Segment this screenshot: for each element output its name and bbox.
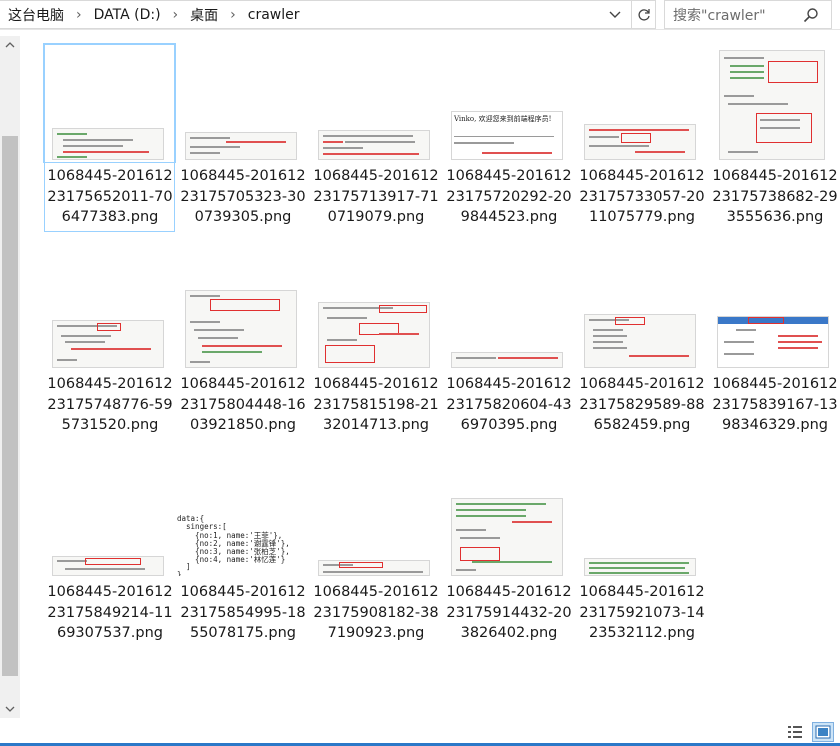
file-thumbnail — [576, 44, 707, 162]
file-thumbnail — [443, 252, 574, 370]
file-thumbnail — [44, 460, 175, 578]
thumb-code-line: } — [177, 570, 182, 576]
chevron-right-icon[interactable]: › — [76, 7, 82, 23]
thumb-title-text: Vinko, 欢迎您来到前端程序员! — [454, 115, 552, 123]
file-thumbnail — [709, 252, 840, 370]
file-name[interactable]: 1068445-20161223175705323-300739305.png — [179, 166, 307, 228]
file-thumbnail — [709, 44, 840, 162]
file-name[interactable]: 1068445-20161223175748776-595731520.png — [46, 374, 174, 436]
file-thumbnail — [177, 252, 308, 370]
search-icon[interactable] — [803, 7, 819, 27]
file-thumbnail — [310, 460, 441, 578]
file-thumbnail — [44, 252, 175, 370]
file-name[interactable]: 1068445-20161223175820604-436970395.png — [445, 374, 573, 436]
file-thumbnail — [310, 252, 441, 370]
file-name[interactable]: 1068445-20161223175713917-710719079.png — [312, 166, 440, 228]
file-name[interactable]: 1068445-20161223175908182-387190923.png — [312, 582, 440, 644]
large-icons-view-icon — [815, 725, 831, 739]
file-name[interactable]: 1068445-20161223175738682-293555636.png — [711, 166, 839, 228]
details-view-icon — [788, 726, 802, 738]
file-thumbnail — [43, 43, 176, 163]
refresh-icon — [637, 8, 650, 21]
breadcrumb-crawler[interactable]: crawler — [248, 7, 300, 23]
chevron-right-icon[interactable]: › — [173, 7, 179, 23]
breadcrumb-this-pc[interactable]: 这台电脑 — [8, 5, 64, 25]
scroll-down-arrow-icon[interactable] — [0, 700, 20, 718]
status-bar — [0, 718, 840, 746]
breadcrumb-desktop[interactable]: 桌面 — [190, 5, 218, 25]
file-thumbnail: Vinko, 欢迎您来到前端程序员! — [443, 44, 574, 162]
file-thumbnail — [576, 460, 707, 578]
thumb-code-line: {no:4, name:'林忆莲'} — [177, 555, 286, 564]
breadcrumb[interactable]: 这台电脑 › DATA (D:) › 桌面 › crawler — [0, 0, 632, 29]
file-name[interactable]: 1068445-20161223175815198-2132014713.png — [312, 374, 440, 436]
details-view-button[interactable] — [784, 722, 806, 742]
file-name[interactable]: 1068445-20161223175839167-1398346329.png — [711, 374, 839, 436]
file-thumbnail: data:{ singers:[ {no:1, name:'王菲'}, {no:… — [177, 460, 308, 578]
chevron-down-icon[interactable] — [606, 5, 624, 25]
file-thumbnail — [443, 460, 574, 578]
scrollbar-thumb[interactable] — [2, 136, 18, 676]
search-input[interactable]: 搜索"crawler" — [664, 0, 832, 29]
file-name[interactable]: 1068445-20161223175652011-706477383.png — [46, 166, 174, 228]
vertical-scrollbar[interactable] — [0, 36, 20, 718]
file-name[interactable]: 1068445-20161223175921073-1423532112.png — [578, 582, 706, 644]
file-name[interactable]: 1068445-20161223175914432-203826402.png — [445, 582, 573, 644]
file-name[interactable]: 1068445-20161223175854995-1855078175.png — [179, 582, 307, 644]
refresh-button[interactable] — [632, 0, 656, 29]
file-name[interactable]: 1068445-20161223175804448-1603921850.png — [179, 374, 307, 436]
chevron-right-icon[interactable]: › — [230, 7, 236, 23]
large-icons-view-button[interactable] — [812, 722, 834, 742]
file-thumbnail — [576, 252, 707, 370]
search-placeholder: 搜索"crawler" — [673, 7, 766, 24]
file-name[interactable]: 1068445-20161223175849214-1169307537.png — [46, 582, 174, 644]
file-grid: 1068445-20161223175652011-706477383.png … — [43, 43, 838, 684]
file-name[interactable]: 1068445-20161223175720292-209844523.png — [445, 166, 573, 228]
scroll-up-arrow-icon[interactable] — [0, 36, 20, 54]
file-name[interactable]: 1068445-20161223175733057-2011075779.png — [578, 166, 706, 228]
file-thumbnail — [310, 44, 441, 162]
address-bar: 这台电脑 › DATA (D:) › 桌面 › crawler 搜索"crawl… — [0, 0, 840, 30]
file-name[interactable]: 1068445-20161223175829589-886582459.png — [578, 374, 706, 436]
breadcrumb-data-drive[interactable]: DATA (D:) — [94, 7, 161, 23]
file-thumbnail — [177, 44, 308, 162]
